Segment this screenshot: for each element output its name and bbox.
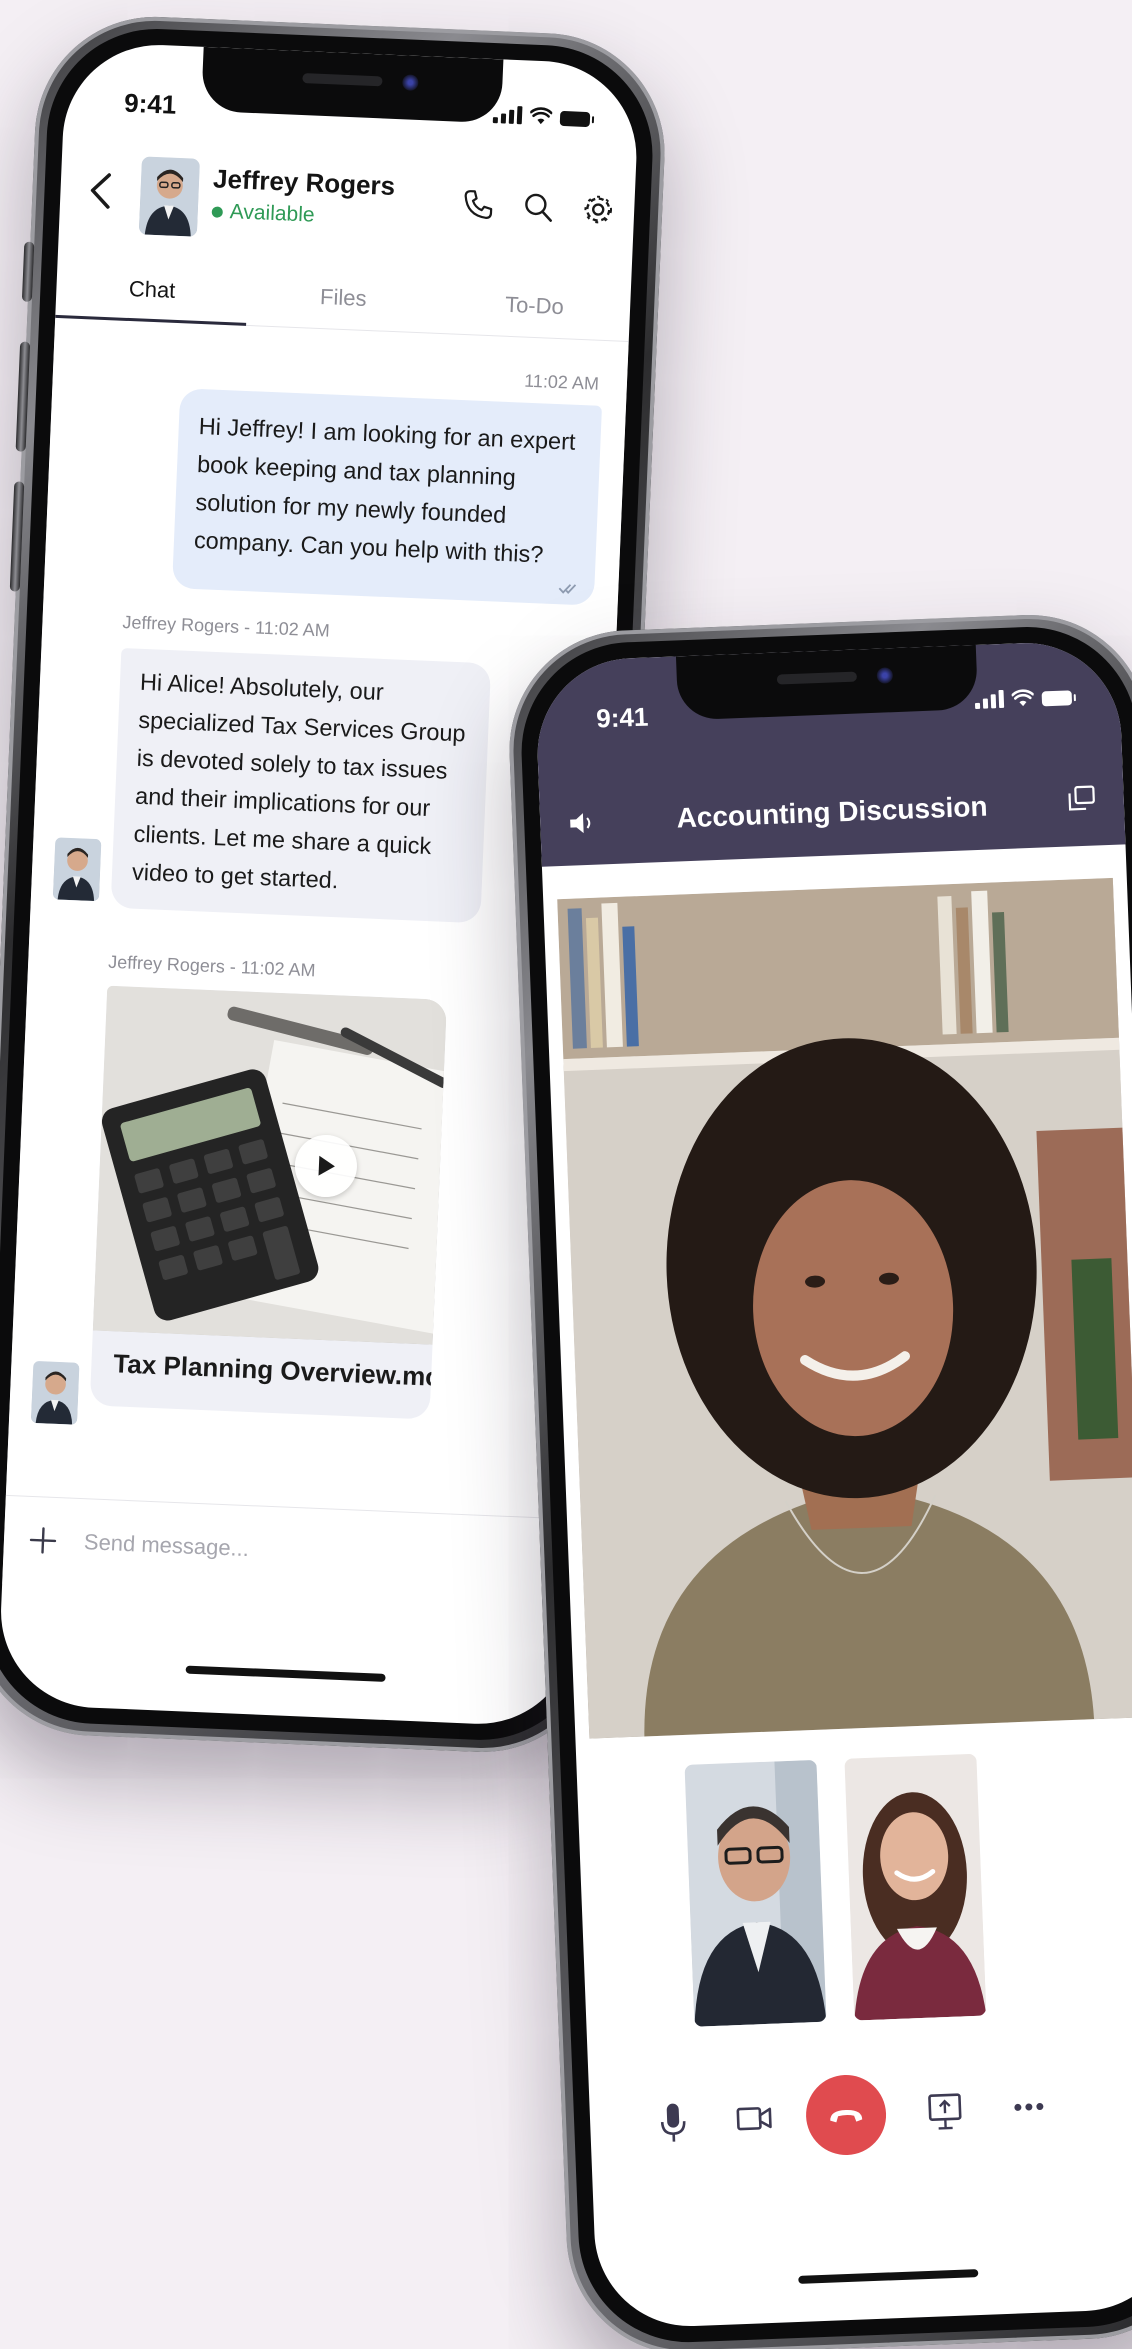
sender-avatar: [52, 837, 102, 902]
header-actions: [462, 188, 615, 226]
notch: [201, 46, 504, 124]
signal-icon: [492, 105, 523, 125]
battery-icon: [1041, 690, 1073, 707]
message-text: Hi Alice! Absolutely, our specialized Ta…: [131, 668, 467, 894]
volume-down-button: [9, 481, 25, 592]
plus-icon[interactable]: [27, 1525, 58, 1556]
participant-thumbnails: [577, 1747, 1132, 2039]
sender-label: Jeffrey Rogers - 11:02 AM: [122, 611, 331, 641]
call-controls: [588, 2056, 1132, 2208]
sender-label: Jeffrey Rogers - 11:02 AM: [107, 951, 316, 981]
video-camera-icon: [736, 2107, 772, 2131]
contact-status: Available: [211, 199, 315, 227]
attachment-title: Tax Planning Overview.mov: [112, 1348, 447, 1393]
tab-chat[interactable]: Chat: [55, 261, 249, 325]
earpiece: [776, 671, 858, 685]
front-camera: [876, 667, 894, 684]
end-call-button[interactable]: [804, 2073, 888, 2157]
message-timestamp: 11:02 AM: [523, 370, 600, 394]
front-camera: [402, 74, 419, 91]
home-indicator[interactable]: [185, 1665, 386, 1682]
contact-name: Jeffrey Rogers: [212, 163, 396, 202]
switch-view-icon[interactable]: [1065, 782, 1098, 815]
wifi-icon: [529, 107, 553, 125]
stage: 9:41 Jeffrey Rogers Available Chat Files…: [0, 0, 1132, 2349]
video-attachment[interactable]: Tax Planning Overview.mov: [89, 985, 447, 1420]
status-time: 9:41: [595, 701, 649, 734]
video-thumbnail: [92, 985, 447, 1345]
call-phone: 9:41 Accounting Discussion: [505, 610, 1132, 2349]
tab-to-do[interactable]: To-Do: [438, 277, 632, 341]
chat-header: Jeffrey Rogers Available: [58, 139, 637, 283]
play-icon: [318, 1155, 335, 1176]
more-options-button[interactable]: [1014, 2101, 1044, 2112]
message-text: Hi Jeffrey! I am looking for an expert b…: [193, 413, 577, 568]
mute-switch: [21, 241, 35, 302]
participant-thumbnail[interactable]: [844, 1753, 987, 2021]
tab-files[interactable]: Files: [246, 269, 440, 333]
status-time: 9:41: [123, 87, 177, 120]
outgoing-message-bubble[interactable]: Hi Jeffrey! I am looking for an expert b…: [171, 388, 602, 606]
gear-icon[interactable]: [582, 193, 615, 226]
signal-icon: [974, 689, 1005, 710]
contact-status-text: Available: [229, 200, 316, 227]
message-input[interactable]: [81, 1521, 467, 1580]
share-screen-icon: [928, 2093, 962, 2130]
microphone-button[interactable]: [657, 2101, 689, 2144]
participant-thumbnail[interactable]: [684, 1759, 827, 2027]
volume-up-button: [15, 341, 31, 452]
microphone-icon: [660, 2103, 686, 2142]
call-screen: 9:41 Accounting Discussion: [534, 639, 1132, 2330]
share-screen-button[interactable]: [927, 2091, 963, 2132]
main-participant-video[interactable]: [557, 877, 1132, 1739]
incoming-message-bubble[interactable]: Hi Alice! Absolutely, our specialized Ta…: [110, 647, 492, 924]
wifi-icon: [1011, 689, 1035, 707]
status-icons: [492, 105, 591, 128]
battery-icon: [559, 110, 591, 128]
back-chevron-icon[interactable]: [88, 170, 114, 211]
sender-avatar: [30, 1360, 80, 1425]
notch: [675, 644, 979, 721]
contact-avatar[interactable]: [138, 156, 200, 237]
available-dot-icon: [211, 205, 224, 218]
search-icon[interactable]: [522, 190, 555, 223]
more-dots-icon: [1014, 2103, 1044, 2111]
hang-up-icon: [830, 2110, 863, 2123]
home-indicator[interactable]: [798, 2269, 979, 2284]
status-icons: [974, 687, 1073, 710]
read-receipt-icon: [558, 584, 577, 594]
camera-toggle-button[interactable]: [736, 2104, 773, 2133]
phone-icon[interactable]: [462, 188, 495, 221]
earpiece: [302, 73, 383, 87]
